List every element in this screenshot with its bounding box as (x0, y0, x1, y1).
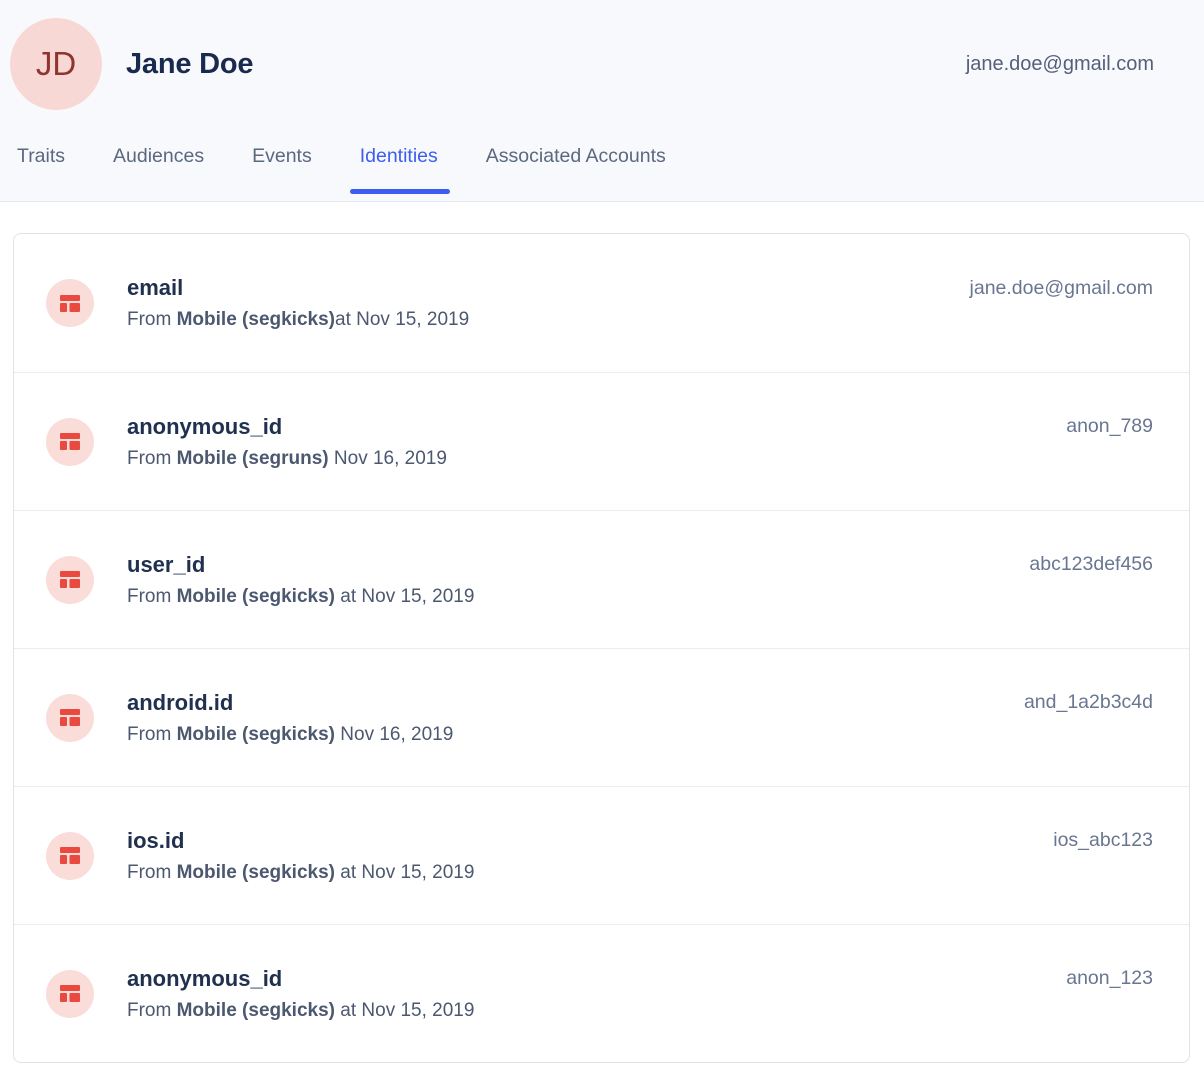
identity-name: anonymous_id (127, 966, 474, 992)
identities-panel: email From Mobile (segkicks)at Nov 15, 2… (0, 202, 1204, 1063)
from-label: From (127, 309, 177, 330)
identity-name: anonymous_id (127, 414, 447, 440)
avatar-initials: JD (36, 45, 76, 83)
identity-row: user_id From Mobile (segkicks) at Nov 15… (14, 510, 1189, 648)
identity-source-line: From Mobile (segkicks) at Nov 15, 2019 (127, 1000, 474, 1022)
layout-grid-icon (46, 832, 94, 880)
profile-email: jane.doe@gmail.com (966, 53, 1154, 76)
identity-value: jane.doe@gmail.com (970, 277, 1153, 300)
identity-source-line: From Mobile (segkicks) at Nov 15, 2019 (127, 862, 474, 884)
identity-info: ios.id From Mobile (segkicks) at Nov 15,… (127, 828, 474, 884)
page-title: Jane Doe (126, 48, 253, 81)
identity-name: user_id (127, 552, 474, 578)
from-label: From (127, 586, 177, 607)
identity-name: email (127, 275, 469, 301)
tab-associated-accounts[interactable]: Associated Accounts (486, 145, 666, 168)
identity-name: android.id (127, 690, 453, 716)
profile-header: JD Jane Doe jane.doe@gmail.com Traits Au… (0, 0, 1204, 202)
from-label: From (127, 862, 177, 883)
identity-info: user_id From Mobile (segkicks) at Nov 15… (127, 552, 474, 608)
profile-summary: JD Jane Doe jane.doe@gmail.com (0, 0, 1204, 110)
identity-row: ios.id From Mobile (segkicks) at Nov 15,… (14, 786, 1189, 924)
tab-audiences[interactable]: Audiences (113, 145, 204, 168)
layout-grid-icon (46, 970, 94, 1018)
identity-value: and_1a2b3c4d (1024, 691, 1153, 714)
identity-info: email From Mobile (segkicks)at Nov 15, 2… (127, 275, 469, 331)
identity-source: Mobile (segkicks) (177, 1000, 335, 1021)
from-label: From (127, 724, 177, 745)
identity-source: Mobile (segkicks) (177, 724, 335, 745)
identity-info: anonymous_id From Mobile (segruns) Nov 1… (127, 414, 447, 470)
from-label: From (127, 448, 177, 469)
from-label: From (127, 1000, 177, 1021)
identity-source-line: From Mobile (segkicks) Nov 16, 2019 (127, 724, 453, 746)
identity-source-line: From Mobile (segkicks)at Nov 15, 2019 (127, 309, 469, 331)
identity-date: at Nov 15, 2019 (335, 862, 474, 883)
identity-date: at Nov 15, 2019 (335, 1000, 474, 1021)
identity-value: abc123def456 (1029, 553, 1153, 576)
identity-date: Nov 16, 2019 (329, 448, 447, 469)
identity-source-line: From Mobile (segruns) Nov 16, 2019 (127, 448, 447, 470)
identity-info: anonymous_id From Mobile (segkicks) at N… (127, 966, 474, 1022)
identity-source: Mobile (segruns) (177, 448, 329, 469)
avatar: JD (10, 18, 102, 110)
identity-row: android.id From Mobile (segkicks) Nov 16… (14, 648, 1189, 786)
identity-date: at Nov 15, 2019 (335, 309, 469, 330)
identities-card: email From Mobile (segkicks)at Nov 15, 2… (13, 233, 1190, 1063)
tab-events[interactable]: Events (252, 145, 312, 168)
layout-grid-icon (46, 556, 94, 604)
identity-row: anonymous_id From Mobile (segruns) Nov 1… (14, 372, 1189, 510)
identity-date: Nov 16, 2019 (335, 724, 453, 745)
identity-row: anonymous_id From Mobile (segkicks) at N… (14, 924, 1189, 1062)
identity-source-line: From Mobile (segkicks) at Nov 15, 2019 (127, 586, 474, 608)
layout-grid-icon (46, 418, 94, 466)
tab-traits[interactable]: Traits (17, 145, 65, 168)
identity-date: at Nov 15, 2019 (335, 586, 474, 607)
identity-value: anon_123 (1066, 967, 1153, 990)
tab-identities[interactable]: Identities (360, 145, 438, 168)
identity-row: email From Mobile (segkicks)at Nov 15, 2… (14, 234, 1189, 372)
identity-source: Mobile (segkicks) (177, 862, 335, 883)
identity-value: ios_abc123 (1053, 829, 1153, 852)
identity-info: android.id From Mobile (segkicks) Nov 16… (127, 690, 453, 746)
identity-name: ios.id (127, 828, 474, 854)
identity-source: Mobile (segkicks) (177, 309, 335, 330)
layout-grid-icon (46, 279, 94, 327)
tab-bar: Traits Audiences Events Identities Assoc… (0, 110, 1204, 202)
layout-grid-icon (46, 694, 94, 742)
identity-source: Mobile (segkicks) (177, 586, 335, 607)
identity-value: anon_789 (1066, 415, 1153, 438)
